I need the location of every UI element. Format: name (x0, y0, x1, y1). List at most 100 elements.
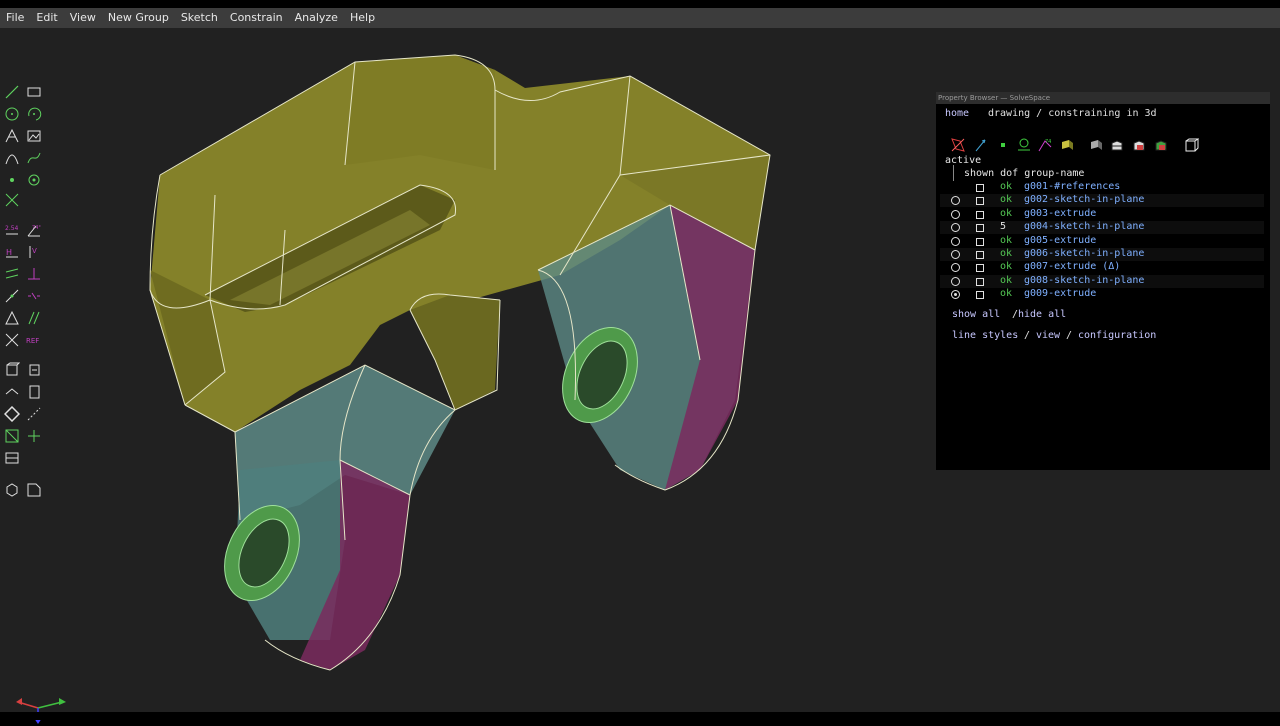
model-top-boss (345, 55, 495, 170)
occluded-icon[interactable] (1183, 137, 1199, 153)
faces-icon[interactable] (1059, 137, 1075, 153)
footer-separator-1: / (1018, 330, 1037, 341)
other-supplementary-icon[interactable] (4, 332, 20, 348)
horizontal-constraint-icon[interactable]: H (4, 244, 20, 260)
show-faces-icon[interactable] (4, 406, 20, 422)
view-link[interactable]: view (1036, 330, 1060, 342)
group-row[interactable] (940, 234, 1264, 248)
nearest-isometric-icon[interactable] (4, 362, 20, 378)
axis-indicator (16, 698, 66, 724)
same-orientation-icon[interactable] (26, 310, 42, 326)
construction-icon[interactable]: 74 (1037, 137, 1053, 153)
menu-new-group[interactable]: New Group (102, 8, 175, 28)
menu-analyze[interactable]: Analyze (289, 8, 344, 28)
reference-icon[interactable]: REF (26, 332, 42, 348)
shown-checkbox[interactable] (976, 277, 984, 286)
workplane-icon[interactable] (26, 172, 42, 188)
solvespace-window: File Edit View New Group Sketch Constrai… (0, 0, 1280, 724)
show-mesh-icon[interactable] (4, 482, 20, 498)
shown-checkbox[interactable] (976, 291, 984, 300)
shown-checkbox[interactable] (976, 224, 984, 233)
perpendicular-constraint-icon[interactable] (26, 266, 42, 282)
datum-point-icon[interactable] (4, 172, 20, 188)
tangent-arc-icon[interactable] (4, 150, 20, 166)
show-construction-icon[interactable] (4, 384, 20, 400)
symmetric-constraint-icon[interactable] (26, 288, 42, 304)
svg-text:REF: REF (26, 337, 39, 345)
shown-checkbox[interactable] (976, 210, 984, 219)
group-dof: ok (1000, 194, 1013, 206)
shown-checkbox[interactable] (976, 264, 984, 273)
group-name-link[interactable]: g007-extrude (Δ) (1024, 261, 1120, 273)
show-edges-icon[interactable] (26, 406, 42, 422)
workplanes-icon[interactable] (950, 137, 966, 153)
show-all-link[interactable]: show all (952, 309, 1000, 321)
equal-length-icon[interactable] (4, 310, 20, 326)
mesh-icon[interactable] (1131, 137, 1147, 153)
menu-sketch[interactable]: Sketch (175, 8, 224, 28)
group-name-link[interactable]: g003-extrude (1024, 208, 1096, 220)
group-name-link[interactable]: g001-#references (1024, 181, 1120, 193)
group-name-link[interactable]: g005-extrude (1024, 235, 1096, 247)
trim-icon[interactable] (4, 192, 20, 208)
cubic-spline-icon[interactable] (26, 150, 42, 166)
shown-checkbox[interactable] (976, 184, 984, 192)
menu-view[interactable]: View (64, 8, 102, 28)
show-outlines-icon[interactable] (4, 428, 20, 444)
group-dof: ok (1000, 207, 1013, 219)
group-row[interactable] (940, 288, 1264, 302)
point-on-line-icon[interactable] (4, 288, 20, 304)
show-workplanes-icon[interactable] (26, 384, 42, 400)
constraints-icon[interactable] (1016, 137, 1032, 153)
configuration-link[interactable]: configuration (1078, 330, 1156, 342)
edges-icon[interactable] (1088, 137, 1104, 153)
group-name-link[interactable]: g008-sketch-in-plane (1024, 275, 1144, 287)
outlines-icon[interactable] (1109, 137, 1125, 153)
rectangle-icon[interactable] (26, 84, 42, 100)
menu-file[interactable]: File (0, 8, 30, 28)
group-dof: ok (1000, 261, 1013, 273)
shown-checkbox[interactable] (976, 197, 984, 206)
image-icon[interactable] (26, 128, 42, 144)
show-text-window-icon[interactable] (4, 450, 20, 466)
menu-help[interactable]: Help (344, 8, 381, 28)
group-dof: ok (1000, 274, 1013, 286)
active-label: active (945, 155, 982, 166)
footer-separator-2: / (1060, 330, 1079, 341)
hide-all-link[interactable]: hide all (1018, 309, 1066, 321)
circle-icon[interactable] (4, 106, 20, 122)
menu-edit[interactable]: Edit (30, 8, 63, 28)
active-group-radio[interactable] (951, 209, 960, 219)
nav-home-link[interactable]: home (945, 108, 969, 120)
active-group-radio[interactable] (951, 236, 960, 246)
model-recess (410, 295, 500, 410)
parallel-constraint-icon[interactable] (4, 266, 20, 282)
group-name-link[interactable]: g004-sketch-in-plane (1024, 221, 1144, 233)
nearest-ortho-icon[interactable] (26, 362, 42, 378)
group-name-link[interactable]: g009-extrude (1024, 288, 1096, 300)
group-name-link[interactable]: g002-sketch-in-plane (1024, 194, 1144, 206)
distance-constraint-icon[interactable]: 2.54 (4, 222, 20, 238)
vertical-constraint-icon[interactable]: V (26, 244, 42, 260)
text-icon[interactable] (4, 128, 20, 144)
export-icon[interactable] (26, 482, 42, 498)
group-row[interactable] (940, 207, 1264, 221)
shown-checkbox[interactable] (976, 251, 984, 259)
angle-constraint-icon[interactable]: 74° (26, 222, 42, 238)
property-browser-title: Property Browser — SolveSpace (936, 92, 1270, 104)
group-dof: 5 (1000, 221, 1007, 233)
normals-icon[interactable] (973, 137, 989, 153)
hidden-lines-icon[interactable] (1153, 137, 1169, 153)
active-group-radio[interactable] (951, 250, 960, 259)
active-group-radio[interactable] (951, 276, 960, 286)
group-name-link[interactable]: g006-sketch-in-plane (1024, 248, 1144, 260)
menu-constrain[interactable]: Constrain (224, 8, 289, 28)
svg-text:H: H (6, 248, 12, 257)
line-icon[interactable] (4, 84, 20, 100)
arc-icon[interactable] (26, 106, 42, 122)
show-normals-icon[interactable] (26, 428, 42, 444)
line-styles-link[interactable]: line styles (952, 330, 1018, 342)
shown-checkbox[interactable] (976, 237, 984, 246)
group-dof: ok (1000, 248, 1013, 259)
points-icon[interactable] (995, 137, 1011, 153)
